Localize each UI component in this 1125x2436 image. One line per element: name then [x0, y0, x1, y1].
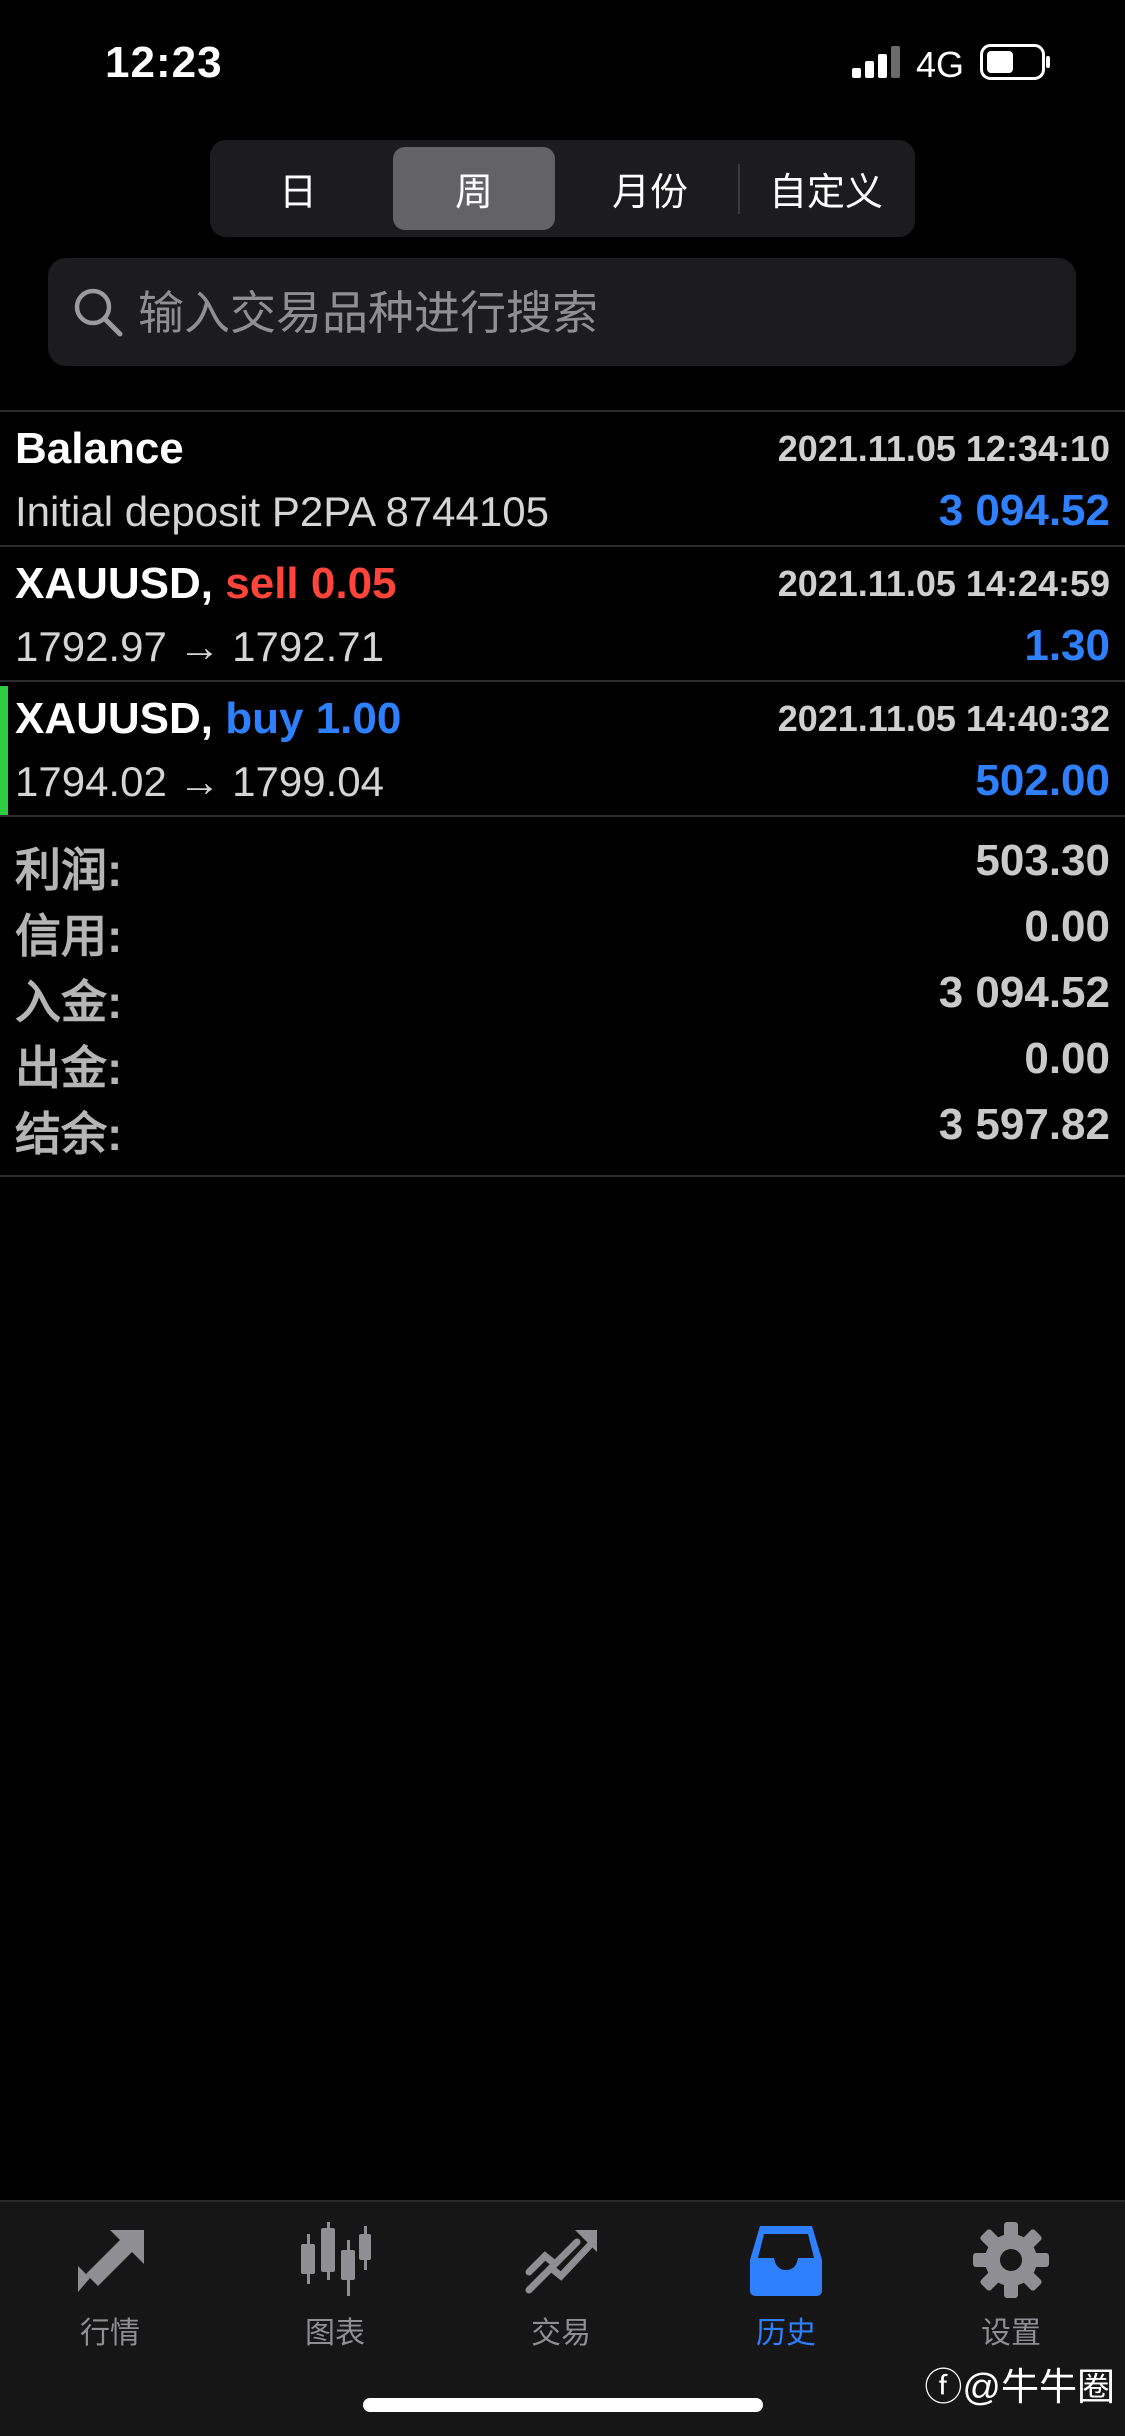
- tab-label: 图表: [305, 2317, 365, 2350]
- summary-row-profit: 利润: 503.30: [0, 834, 1125, 900]
- summary-row-deposit: 入金: 3 094.52: [0, 966, 1125, 1032]
- tab-label: 交易: [531, 2317, 591, 2350]
- tab-label: 历史: [756, 2317, 816, 2350]
- summary-value: 0.00: [1024, 902, 1110, 951]
- summary-label: 利润:: [15, 844, 123, 896]
- row-time: 2021.11.05 14:24:59: [777, 563, 1110, 604]
- row-title: XAUUSD, sell 0.05: [15, 559, 397, 609]
- row-title: XAUUSD, buy 1.00: [15, 694, 401, 744]
- tab-settings[interactable]: 设置: [931, 2220, 1091, 2360]
- summary-value: 0.00: [1024, 1034, 1110, 1083]
- position-marker: [0, 686, 8, 816]
- row-time: 2021.11.05 14:40:32: [777, 698, 1110, 739]
- battery-icon: [980, 44, 1050, 80]
- period-tab-label: 自定义: [768, 172, 883, 214]
- history-row-balance[interactable]: Balance 2021.11.05 12:34:10 Initial depo…: [0, 412, 1125, 544]
- watermark: ⓕ@牛牛圈: [924, 2356, 1115, 2411]
- summary-row-balance: 结余: 3 597.82: [0, 1098, 1125, 1164]
- row-subtitle: 1792.97 → 1792.71: [15, 623, 384, 670]
- quotes-arrows-icon: [78, 2230, 144, 2292]
- summary-row-withdrawal: 出金: 0.00: [0, 1032, 1125, 1098]
- symbol-search-input[interactable]: [136, 276, 1040, 350]
- period-tab-week[interactable]: 周: [393, 147, 555, 230]
- period-tab-month[interactable]: 月份: [570, 147, 730, 230]
- status-time: 12:23: [105, 38, 223, 87]
- history-row-trade[interactable]: XAUUSD, buy 1.00 2021.11.05 14:40:32 179…: [0, 682, 1125, 816]
- watermark-logo-icon: ⓕ: [924, 2367, 963, 2409]
- row-title: Balance: [15, 424, 184, 474]
- history-screen: 12:23 4G 日 周 月份 自定义 输入交易品种进行搜索 Balance 2…: [0, 0, 1125, 2436]
- summary-row-credit: 信用: 0.00: [0, 900, 1125, 966]
- summary-label: 出金:: [15, 1042, 123, 1094]
- tab-charts[interactable]: 图表: [255, 2220, 415, 2360]
- trade-side: buy 1.00: [225, 694, 402, 743]
- tab-history[interactable]: 历史: [706, 2220, 866, 2360]
- row-amount: 3 094.52: [938, 486, 1110, 535]
- summary-value: 3 597.82: [938, 1100, 1110, 1149]
- search-bar: [48, 258, 1076, 366]
- tab-quotes[interactable]: 行情: [30, 2220, 190, 2360]
- network-type: 4G: [916, 44, 965, 85]
- watermark-text: @牛牛圈: [962, 2367, 1115, 2409]
- summary-label: 入金:: [15, 976, 123, 1028]
- cellular-signal-icon: [852, 46, 900, 78]
- summary-label: 结余:: [15, 1108, 123, 1160]
- search-icon: [74, 288, 123, 337]
- row-time: 2021.11.05 12:34:10: [777, 428, 1110, 469]
- period-tab-custom[interactable]: 自定义: [745, 147, 907, 230]
- summary-value: 3 094.52: [938, 968, 1110, 1017]
- divider: [0, 815, 1125, 817]
- trade-symbol: XAUUSD,: [15, 694, 214, 743]
- period-tab-label: 日: [278, 172, 317, 214]
- gear-icon: [973, 2222, 1049, 2298]
- period-tab-label: 周: [454, 172, 493, 214]
- row-amount: 502.00: [975, 756, 1110, 805]
- segment-divider: [738, 164, 740, 214]
- row-subtitle: Initial deposit P2PA 8744105: [15, 488, 549, 535]
- trade-side: sell 0.05: [225, 559, 397, 608]
- row-subtitle: 1794.02 → 1799.04: [15, 758, 384, 805]
- balance-title: Balance: [15, 424, 184, 473]
- trade-trend-icon: [525, 2230, 597, 2294]
- candlestick-chart-icon: [301, 2222, 371, 2296]
- tab-trade[interactable]: 交易: [481, 2220, 641, 2360]
- period-tab-day[interactable]: 日: [218, 147, 378, 230]
- trade-symbol: XAUUSD,: [15, 559, 214, 608]
- period-segmented-control: 日 周 月份 自定义: [210, 140, 915, 237]
- summary-value: 503.30: [975, 836, 1110, 885]
- summary-label: 信用:: [15, 910, 123, 962]
- status-bar: 12:23 4G: [0, 0, 1125, 130]
- home-indicator: [363, 2398, 763, 2412]
- tab-label: 行情: [80, 2317, 140, 2350]
- tab-label: 设置: [981, 2317, 1041, 2350]
- history-row-trade[interactable]: XAUUSD, sell 0.05 2021.11.05 14:24:59 17…: [0, 547, 1125, 679]
- inbox-tray-icon: [750, 2226, 822, 2296]
- row-amount: 1.30: [1024, 621, 1110, 670]
- divider: [0, 1175, 1125, 1177]
- period-tab-label: 月份: [611, 172, 688, 214]
